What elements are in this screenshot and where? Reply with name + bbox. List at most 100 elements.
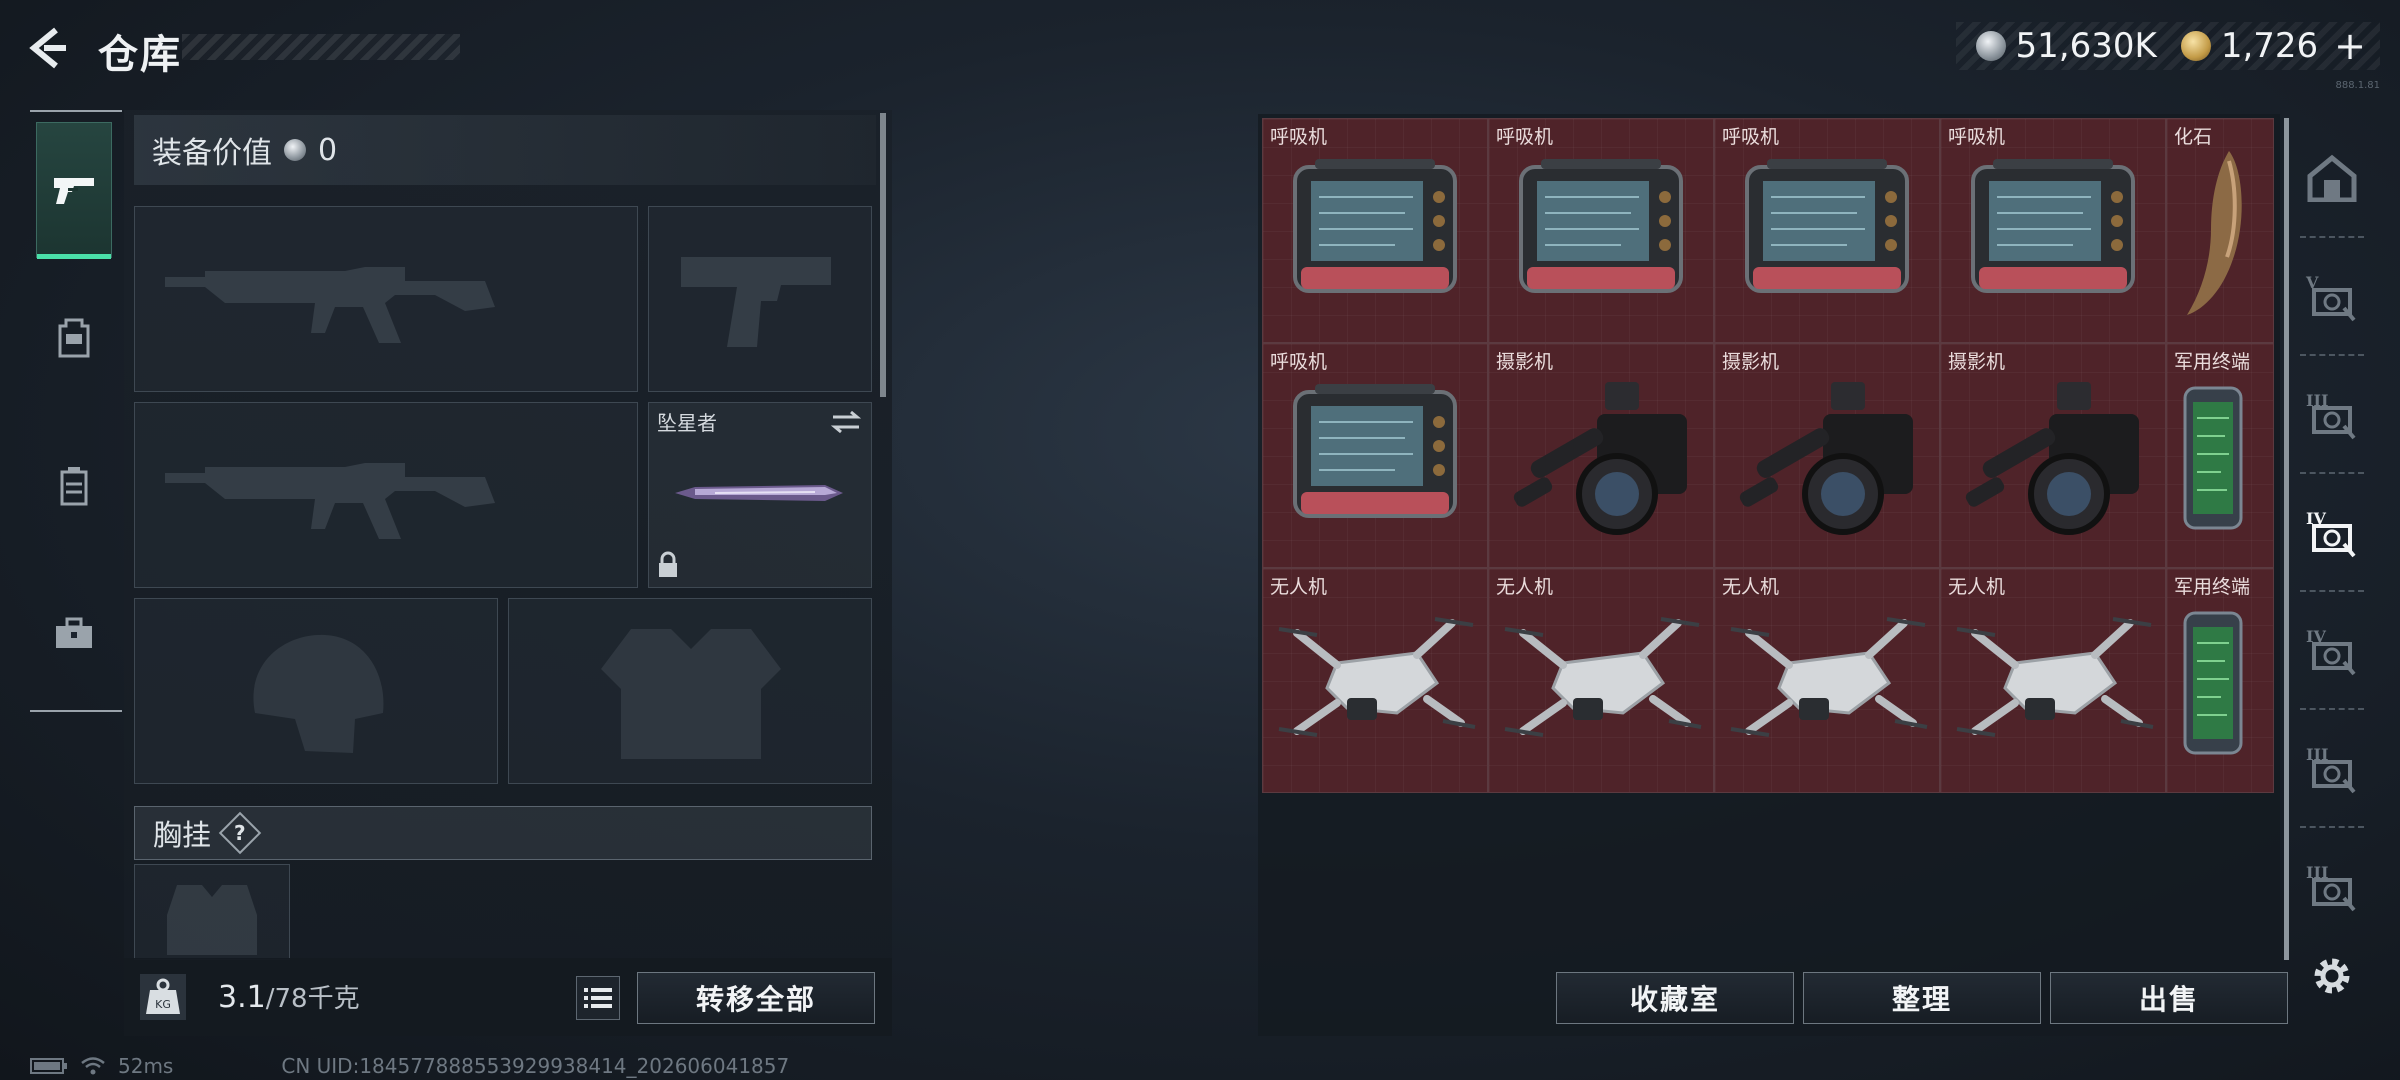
tab-tier-v[interactable]: V	[2296, 242, 2368, 350]
collection-room-button[interactable]: 收藏室	[1556, 972, 1794, 1024]
chest-rig-silhouette-icon	[167, 885, 257, 955]
drone-icon	[1504, 617, 1702, 737]
tab-separator	[2300, 708, 2364, 710]
rifle-silhouette-icon	[165, 463, 495, 539]
stash-item-ventilator[interactable]: 呼吸机	[1488, 118, 1714, 343]
armor-silhouette-icon	[601, 629, 781, 759]
chest-rig-slot[interactable]	[134, 864, 290, 960]
stash-item-drone[interactable]: 无人机	[1488, 568, 1714, 793]
pistol-icon	[54, 178, 94, 204]
stash-scrollbar[interactable]	[2284, 118, 2289, 960]
silver-coin-icon	[284, 139, 306, 161]
primary-weapon-slot[interactable]	[134, 206, 638, 392]
backpack-icon	[58, 318, 90, 358]
stash-item-video-camera[interactable]: 摄影机	[1488, 343, 1714, 568]
pistol-silhouette-icon	[681, 257, 831, 347]
uid-text: CN UID:184577888553929938414_20260604185…	[281, 1054, 790, 1078]
tab-tier-iii-b[interactable]: III	[2296, 714, 2368, 822]
back-icon[interactable]	[26, 26, 70, 70]
stash-item-ventilator[interactable]: 呼吸机	[1940, 118, 2166, 343]
video-camera-icon	[1739, 382, 1913, 535]
tab-toolbox[interactable]	[36, 566, 112, 702]
tab-tier-iii-c[interactable]: III	[2296, 832, 2368, 940]
weight-icon: KG	[140, 974, 186, 1020]
item-name: 呼吸机	[1496, 126, 1554, 148]
loadout-scrollbar[interactable]	[880, 113, 886, 397]
gold-balance: 1,726	[2220, 26, 2319, 66]
svg-text:KG: KG	[155, 998, 171, 1011]
ventilator-icon	[1745, 159, 1909, 293]
list-view-button[interactable]	[576, 976, 620, 1020]
item-name: 摄影机	[1948, 351, 2006, 373]
video-camera-icon	[1965, 382, 2139, 535]
container-icon	[60, 467, 88, 506]
secondary-weapon-slot[interactable]	[134, 402, 638, 588]
melee-slot[interactable]: 坠星者	[648, 402, 872, 588]
stash-grid: 呼吸机 呼吸机 呼吸机 呼吸机 化石 呼吸机 摄影机 摄影机 摄影机 军用终端 无人机 无人机 无人机无…	[1262, 118, 2274, 793]
fossil-claw-icon	[2187, 151, 2242, 315]
category-tabs	[30, 110, 122, 712]
ventilator-icon	[1293, 159, 1457, 293]
swap-icon[interactable]	[829, 409, 863, 435]
tab-separator	[2300, 236, 2364, 238]
sort-button[interactable]: 整理	[1803, 972, 2041, 1024]
tier-iii-icon: III	[2306, 745, 2356, 794]
stash-item-drone[interactable]: 无人机	[1262, 568, 1488, 793]
drone-icon	[1730, 617, 1928, 737]
tab-tier-iv-b[interactable]: IV	[2296, 596, 2368, 704]
tab-all[interactable]	[2296, 124, 2368, 232]
battery-icon	[30, 1058, 67, 1074]
tier-v-icon: V	[2305, 273, 2356, 322]
settings-gear-icon[interactable]	[2306, 950, 2358, 1002]
tab-separator	[2300, 826, 2364, 828]
add-currency-button[interactable]: +	[2334, 24, 2366, 68]
item-name: 军用终端	[2174, 351, 2251, 373]
ventilator-icon	[1971, 159, 2135, 293]
stash-item-ventilator[interactable]: 呼吸机	[1262, 118, 1488, 343]
item-name: 呼吸机	[1722, 126, 1780, 148]
wifi-icon	[81, 1057, 105, 1075]
military-terminal-icon	[2183, 611, 2243, 755]
tab-weapons[interactable]	[36, 122, 112, 259]
stash-item-drone[interactable]: 无人机	[1714, 568, 1940, 793]
status-bar: 52ms CN UID:184577888553929938414_202606…	[30, 1054, 789, 1078]
gold-coin-icon	[2180, 31, 2211, 61]
tier-iii-icon: III	[2306, 391, 2356, 440]
stash-item-military-terminal[interactable]: 军用终端	[2166, 568, 2274, 793]
tier-iv-icon: IV	[2306, 627, 2356, 676]
sell-button[interactable]: 出售	[2050, 972, 2288, 1024]
rifle-silhouette-icon	[165, 267, 495, 343]
helmet-slot[interactable]	[134, 598, 498, 784]
tier-iii-icon: III	[2306, 863, 2356, 912]
tab-tier-iv-a[interactable]: IV	[2296, 478, 2368, 586]
weight-current: 3.1	[218, 980, 266, 1015]
list-icon	[584, 988, 612, 1008]
ventilator-icon	[1293, 384, 1457, 518]
item-name: 无人机	[1270, 576, 1328, 598]
tab-container[interactable]	[36, 418, 112, 554]
title-decoration	[182, 34, 460, 60]
sidearm-slot[interactable]	[648, 206, 872, 392]
stash-item-drone[interactable]: 无人机	[1940, 568, 2166, 793]
equipment-value: 装备价值 0	[134, 115, 876, 185]
silver-balance: 51,630K	[2015, 26, 2157, 66]
body-armor-slot[interactable]	[508, 598, 872, 784]
helmet-silhouette-icon	[253, 634, 384, 753]
item-name: 呼吸机	[1270, 351, 1328, 373]
melee-item-name: 坠星者	[657, 411, 717, 435]
toolbox-icon	[56, 617, 92, 648]
transfer-all-button[interactable]: 转移全部	[637, 972, 875, 1024]
help-icon[interactable]: ?	[218, 811, 262, 855]
stash-item-ventilator[interactable]: 呼吸机	[1714, 118, 1940, 343]
stash-item-video-camera[interactable]: 摄影机	[1940, 343, 2166, 568]
item-name: 无人机	[1948, 576, 2006, 598]
stash-item-ventilator[interactable]: 呼吸机	[1262, 343, 1488, 568]
stash-item-video-camera[interactable]: 摄影机	[1714, 343, 1940, 568]
tab-tier-iii-a[interactable]: III	[2296, 360, 2368, 468]
weight-readout: 3.1/78千克	[218, 978, 360, 1015]
stash-item-fossil-claw[interactable]: 化石	[2166, 118, 2274, 343]
tab-backpack[interactable]	[36, 270, 112, 406]
item-name: 摄影机	[1496, 351, 1554, 373]
item-name: 呼吸机	[1270, 126, 1328, 148]
stash-item-military-terminal[interactable]: 军用终端	[2166, 343, 2274, 568]
